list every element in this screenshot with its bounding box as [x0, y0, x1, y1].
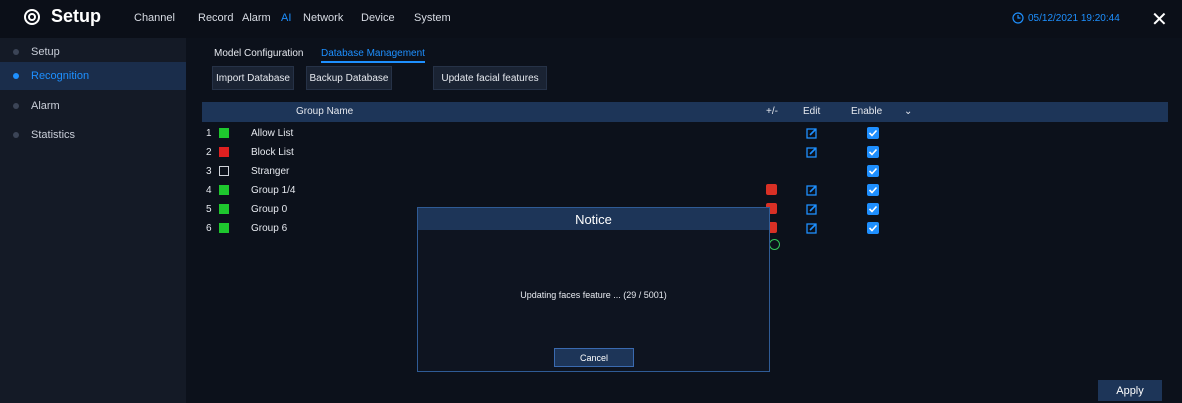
- top-menu: Channel Record Alarm AI Network Device S…: [0, 12, 1182, 28]
- sidebar-item-label: Recognition: [31, 70, 90, 82]
- edit-icon[interactable]: [806, 203, 818, 215]
- menu-alarm[interactable]: Alarm: [242, 12, 271, 24]
- dialog-title: Notice: [418, 208, 769, 230]
- cancel-button[interactable]: Cancel: [554, 348, 634, 367]
- enable-checkbox[interactable]: [867, 222, 879, 234]
- group-name: Group 1/4: [251, 185, 296, 196]
- import-database-button[interactable]: Import Database: [212, 66, 294, 90]
- notice-dialog: Notice Updating faces feature ... (29 / …: [417, 207, 770, 372]
- bullet-icon: [13, 103, 19, 109]
- menu-system[interactable]: System: [414, 12, 451, 24]
- sidebar-item-label: Setup: [31, 46, 60, 58]
- group-color-swatch[interactable]: [219, 128, 229, 138]
- apply-button[interactable]: Apply: [1098, 380, 1162, 401]
- datetime-display: 05/12/2021 19:20:44: [1012, 12, 1120, 24]
- sidebar-item-recognition[interactable]: Recognition: [0, 62, 186, 90]
- column-plusminus: +/-: [766, 106, 778, 117]
- delete-icon[interactable]: [766, 184, 777, 195]
- edit-icon[interactable]: [806, 184, 818, 196]
- group-color-swatch[interactable]: [219, 185, 229, 195]
- edit-icon[interactable]: [806, 127, 818, 139]
- group-color-swatch[interactable]: [219, 147, 229, 157]
- bullet-icon: [13, 132, 19, 138]
- menu-network[interactable]: Network: [303, 12, 343, 24]
- column-edit: Edit: [803, 106, 821, 117]
- enable-checkbox[interactable]: [867, 146, 879, 158]
- table-row: 1 Allow List: [202, 125, 1168, 144]
- backup-database-button[interactable]: Backup Database: [306, 66, 392, 90]
- top-bar: Setup Channel Record Alarm AI Network De…: [0, 0, 1182, 38]
- column-enable[interactable]: Enable: [851, 106, 882, 117]
- sidebar-item-alarm[interactable]: Alarm: [0, 92, 186, 120]
- close-icon[interactable]: ✕: [1151, 7, 1168, 32]
- row-number: 3: [206, 166, 212, 177]
- row-number: 5: [206, 204, 212, 215]
- row-number: 1: [206, 128, 212, 139]
- edit-icon[interactable]: [806, 222, 818, 234]
- menu-device[interactable]: Device: [361, 12, 395, 24]
- tab-model-configuration[interactable]: Model Configuration: [214, 46, 304, 61]
- enable-checkbox[interactable]: [867, 184, 879, 196]
- group-color-swatch[interactable]: [219, 204, 229, 214]
- group-name: Group 6: [251, 223, 288, 234]
- menu-ai[interactable]: AI: [281, 12, 291, 24]
- datetime-text: 05/12/2021 19:20:44: [1028, 12, 1120, 24]
- menu-channel[interactable]: Channel: [134, 12, 175, 24]
- bullet-icon: [13, 73, 19, 79]
- group-color-swatch[interactable]: [219, 166, 229, 176]
- enable-checkbox[interactable]: [867, 127, 879, 139]
- column-group-name: Group Name: [296, 106, 354, 117]
- dialog-message: Updating faces feature ... (29 / 5001): [520, 290, 667, 300]
- clock-icon: [1012, 12, 1024, 24]
- group-name: Block List: [251, 147, 294, 158]
- row-number: 2: [206, 147, 212, 158]
- sidebar: Setup Recognition Alarm Statistics: [0, 38, 186, 403]
- enable-checkbox[interactable]: [867, 203, 879, 215]
- table-row: 2 Block List: [202, 144, 1168, 163]
- table-header: Group Name +/- Edit Enable ⌄: [202, 102, 1168, 122]
- menu-record[interactable]: Record: [198, 12, 233, 24]
- table-row: 3 Stranger: [202, 163, 1168, 182]
- table-row: 4 Group 1/4: [202, 182, 1168, 201]
- row-number: 4: [206, 185, 212, 196]
- chevron-down-icon[interactable]: ⌄: [904, 106, 912, 117]
- group-name: Stranger: [251, 166, 290, 177]
- sidebar-item-statistics[interactable]: Statistics: [0, 121, 186, 149]
- add-group-icon[interactable]: [769, 239, 780, 250]
- edit-icon[interactable]: [806, 146, 818, 158]
- group-name: Group 0: [251, 204, 288, 215]
- tab-database-management[interactable]: Database Management: [321, 46, 425, 63]
- group-color-swatch[interactable]: [219, 223, 229, 233]
- group-name: Allow List: [251, 128, 294, 139]
- row-number: 6: [206, 223, 212, 234]
- update-facial-features-button[interactable]: Update facial features: [433, 66, 547, 90]
- bullet-icon: [13, 49, 19, 55]
- sidebar-item-label: Alarm: [31, 100, 60, 112]
- sidebar-item-label: Statistics: [31, 129, 76, 141]
- enable-checkbox[interactable]: [867, 165, 879, 177]
